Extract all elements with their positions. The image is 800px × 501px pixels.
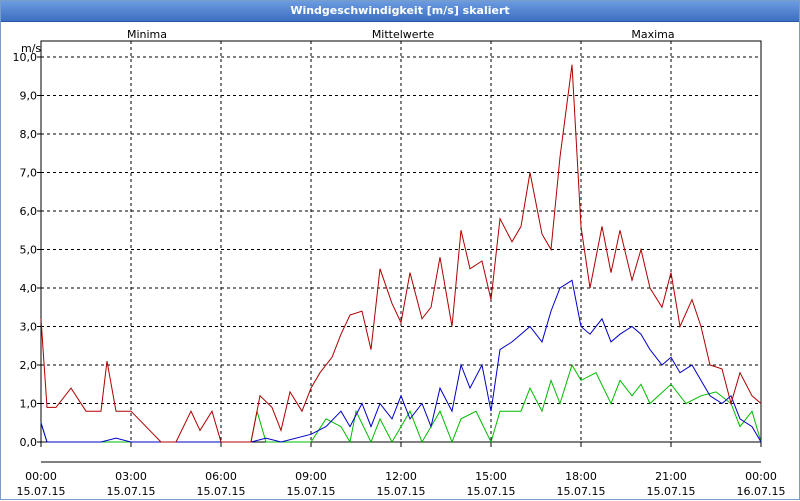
x-tick-date: 15.07.15	[287, 485, 336, 498]
x-tick-time: 06:00	[205, 470, 237, 483]
y-tick-label: 1,0	[20, 398, 38, 411]
x-tick-time: 00:00	[745, 470, 777, 483]
y-tick-label: 6,0	[20, 205, 38, 218]
y-tick-label: 5,0	[20, 244, 38, 257]
chart-window: Windgeschwindigkeit [m/s] skaliert Minim…	[0, 0, 800, 500]
y-tick-label: 4,0	[20, 282, 38, 295]
x-tick-date: 15.07.15	[557, 485, 606, 498]
x-tick-time: 15:00	[475, 470, 507, 483]
y-tick-label: 0,0	[20, 436, 38, 449]
x-tick-date: 15.07.15	[467, 485, 516, 498]
y-tick-label: 7,0	[20, 167, 38, 180]
x-tick-date: 15.07.15	[377, 485, 426, 498]
y-tick-label: 2,0	[20, 359, 38, 372]
x-tick-date: 15.07.15	[107, 485, 156, 498]
x-tick-time: 03:00	[115, 470, 147, 483]
y-tick-label: 8,0	[20, 128, 38, 141]
x-tick-time: 00:00	[25, 470, 57, 483]
y-tick-label: 9,0	[20, 90, 38, 103]
x-tick-time: 21:00	[655, 470, 687, 483]
x-tick-date: 15.07.15	[647, 485, 696, 498]
x-tick-date: 16.07.15	[737, 485, 786, 498]
x-tick-time: 12:00	[385, 470, 417, 483]
legend-minima: Minima	[127, 28, 167, 41]
line-chart: Minima Mittelwerte Maxima m/s 0,01,02,03…	[13, 28, 786, 498]
y-tick-label: 3,0	[20, 321, 38, 334]
x-tick-time: 18:00	[565, 470, 597, 483]
x-tick-date: 15.07.15	[197, 485, 246, 498]
legend-maxima: Maxima	[631, 28, 674, 41]
x-tick-time: 09:00	[295, 470, 327, 483]
legend-mittelwerte: Mittelwerte	[372, 28, 435, 41]
x-tick-date: 15.07.15	[17, 485, 66, 498]
y-tick-label: 10,0	[13, 51, 38, 64]
